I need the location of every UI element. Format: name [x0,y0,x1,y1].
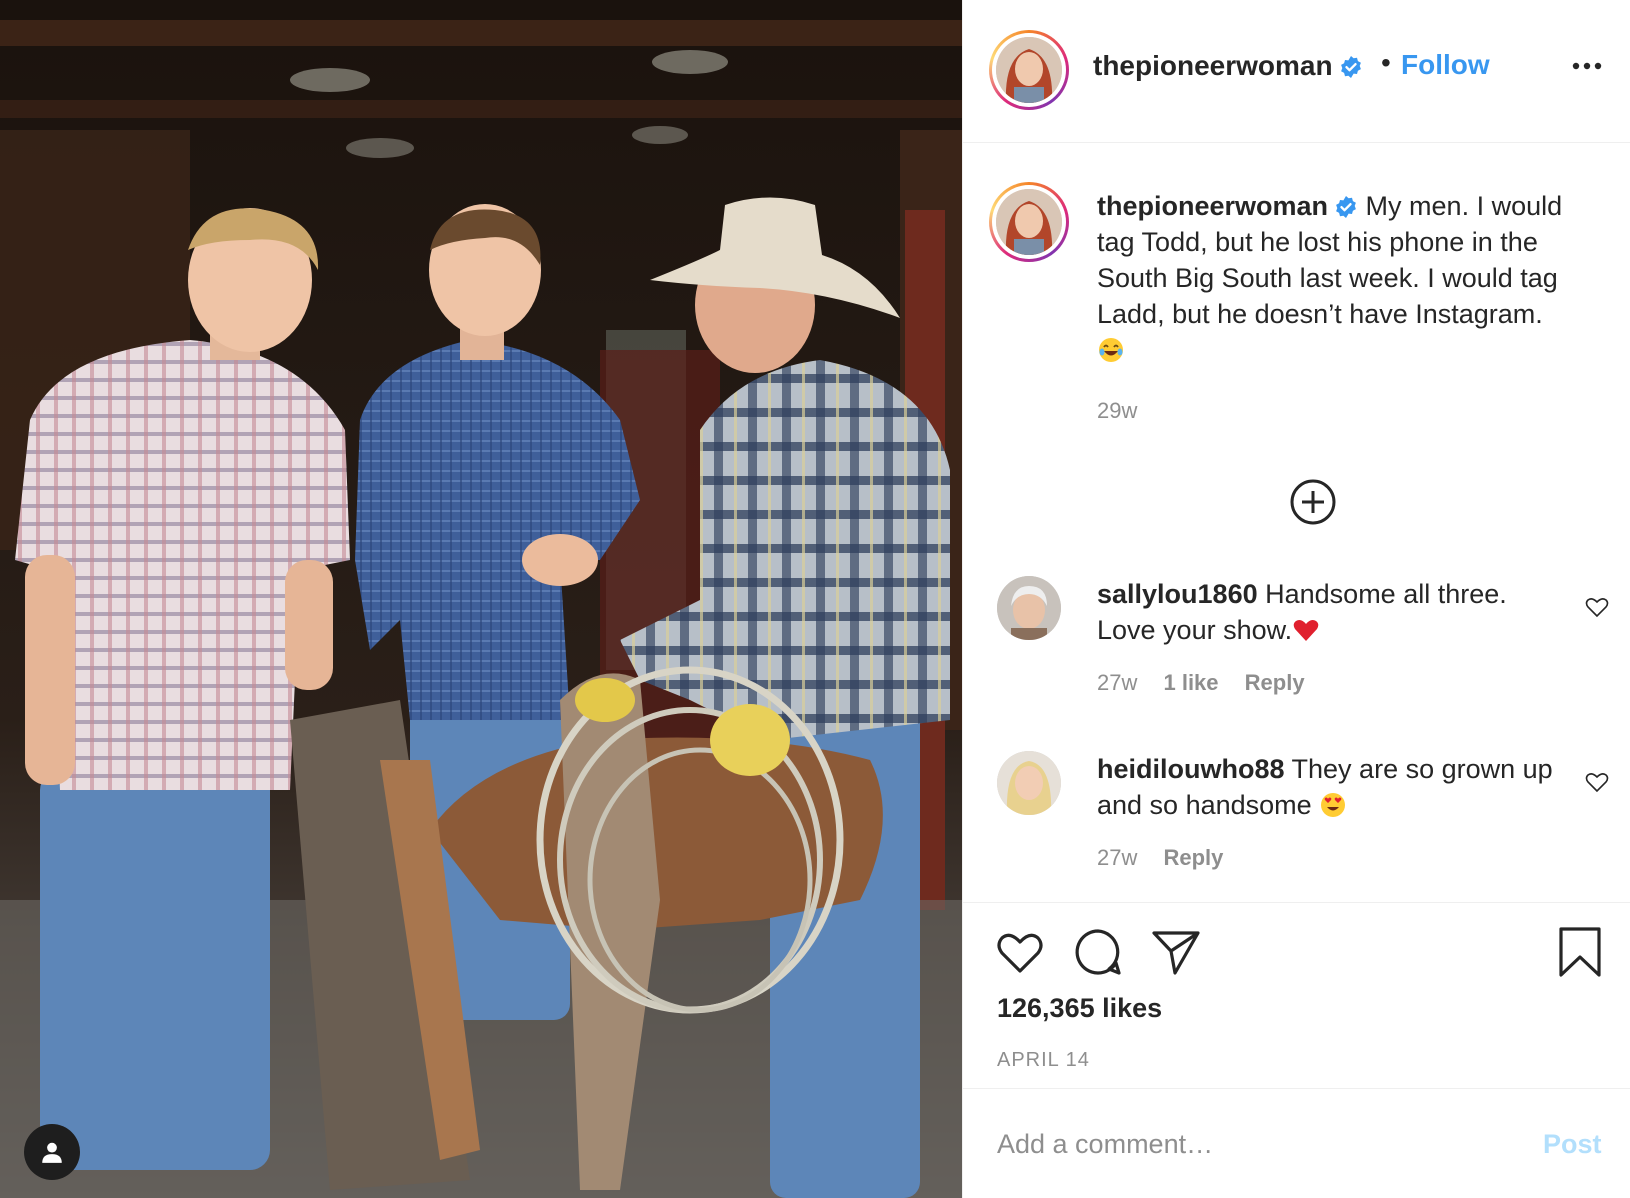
comment-input[interactable]: Add a comment… [997,1129,1213,1160]
post-actions: 126,365 likes APRIL 14 [963,902,1630,1088]
plus-circle-icon[interactable] [1289,478,1337,526]
caption-text-block: thepioneerwoman My men. I would tag Todd… [1097,188,1597,368]
comment-text-block: heidilouwho88 They are so grown up and s… [1097,751,1557,823]
comment-meta: 27w Reply [1097,845,1243,871]
follow-button[interactable]: Follow [1401,49,1490,81]
post-comment-button[interactable]: Post [1543,1129,1602,1160]
separator-dot: • [1381,47,1391,78]
comment-item: heidilouwho88 They are so grown up and s… [963,751,1630,901]
post-date[interactable]: APRIL 14 [997,1049,1090,1072]
author-username[interactable]: thepioneerwoman [1093,50,1363,82]
verified-badge-icon [1340,56,1361,78]
comments-section[interactable]: thepioneerwoman My men. I would tag Todd… [963,144,1630,901]
reply-button[interactable]: Reply [1163,845,1223,870]
comment-item: sallylou1860 Handsome all three. Love yo… [963,576,1630,736]
post-header: thepioneerwoman • Follow [963,0,1630,143]
laughing-emoji-icon [1099,338,1123,362]
heart-icon[interactable] [995,927,1045,977]
bookmark-icon[interactable] [1555,927,1605,977]
author-avatar[interactable] [989,30,1069,110]
heart-eyes-emoji-icon [1321,793,1346,817]
comment-likes-count[interactable]: 1 like [1163,670,1218,695]
red-heart-emoji-icon [1293,620,1319,641]
comment-timestamp[interactable]: 27w [1097,670,1137,695]
commenter-username[interactable]: sallylou1860 [1097,579,1258,609]
commenter-username[interactable]: heidilouwho88 [1097,754,1285,784]
post-side-panel: thepioneerwoman • Follow thepioneerwoman… [962,0,1630,1198]
comment-timestamp[interactable]: 27w [1097,845,1137,870]
comment-like-heart-icon[interactable] [1585,771,1609,793]
caption-avatar[interactable] [989,182,1069,262]
comment-bubble-icon[interactable] [1073,927,1123,977]
caption-timestamp[interactable]: 29w [1097,398,1137,424]
reply-button[interactable]: Reply [1245,670,1305,695]
comment-text-block: sallylou1860 Handsome all three. Love yo… [1097,576,1557,648]
paper-plane-icon[interactable] [1151,927,1201,977]
likes-count[interactable]: 126,365 likes [997,993,1162,1024]
comment-like-heart-icon[interactable] [1585,596,1609,618]
more-horizontal-icon[interactable] [1571,60,1603,72]
comment-meta: 27w 1 like Reply [1097,670,1325,696]
verified-badge-icon [1336,196,1356,218]
post-photo[interactable] [0,0,962,1198]
caption-username[interactable]: thepioneerwoman [1097,191,1328,221]
tagged-users-button[interactable] [24,1124,80,1180]
commenter-avatar[interactable] [997,576,1061,640]
commenter-avatar[interactable] [997,751,1061,815]
add-comment-bar: Add a comment… Post [963,1088,1630,1198]
user-icon [42,1142,62,1163]
barn-photo-illustration [0,0,962,1198]
